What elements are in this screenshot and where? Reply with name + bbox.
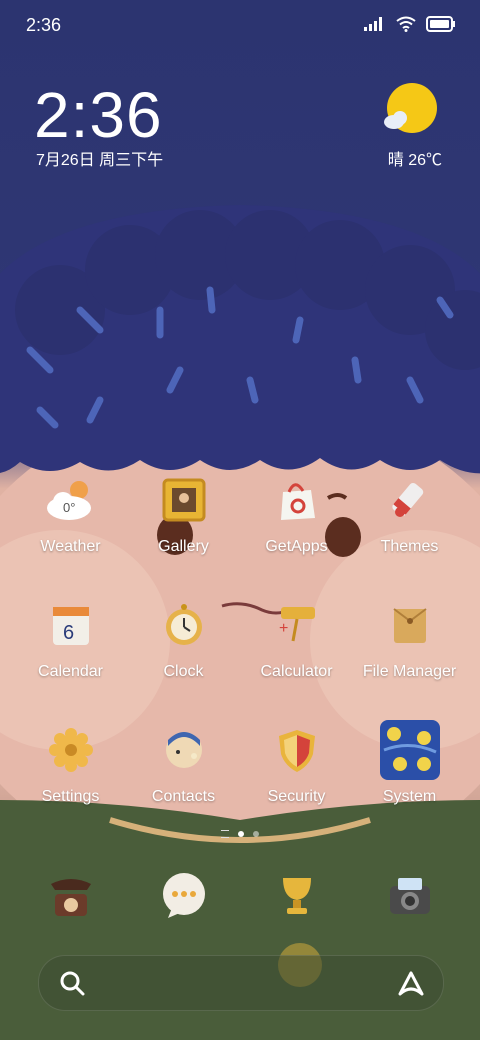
search-bar[interactable]	[38, 955, 444, 1011]
app-label: Calculator	[260, 663, 333, 680]
app-weather[interactable]: 0° Weather	[14, 470, 127, 556]
gear-icon	[41, 720, 101, 780]
status-time: 2:36	[26, 15, 62, 35]
shopping-bag-icon	[267, 470, 327, 530]
telephone-icon	[41, 866, 101, 926]
weather-widget-text: 晴 26℃	[387, 152, 442, 169]
page-dot-active	[238, 831, 244, 837]
app-calendar[interactable]: 6 Calendar	[14, 595, 127, 681]
search-icon	[60, 971, 85, 996]
signal-icon	[364, 17, 382, 31]
app-security[interactable]: Security	[240, 720, 353, 806]
gallery-frame-icon	[154, 470, 214, 530]
message-bubble-icon	[154, 866, 214, 926]
dock-browser[interactable]	[240, 866, 353, 926]
calendar-day: 6	[63, 622, 74, 644]
app-label: Themes	[380, 538, 439, 555]
app-calculator[interactable]: + Calculator	[240, 595, 353, 681]
app-label: GetApps	[265, 538, 328, 555]
app-label: Security	[267, 788, 326, 805]
clock-widget-date[interactable]: 7月26日 周三下午	[36, 146, 163, 170]
camera-icon	[380, 866, 440, 926]
wifi-icon	[396, 16, 416, 32]
app-label: Calendar	[38, 663, 103, 680]
dock-messages[interactable]	[127, 866, 240, 926]
portrait-icon	[154, 720, 214, 780]
page-indicator-menu-icon	[221, 830, 229, 838]
weather-app-temp: 0°	[63, 500, 75, 515]
app-label: Contacts	[151, 788, 216, 805]
shield-icon	[267, 720, 327, 780]
app-label: File Manager	[362, 663, 457, 680]
app-gallery[interactable]: Gallery	[127, 470, 240, 556]
trophy-browser-icon	[267, 866, 327, 926]
dock-phone[interactable]	[14, 866, 127, 926]
app-label: Weather	[40, 538, 101, 555]
calculator-sign-icon: +	[267, 595, 327, 655]
app-contacts[interactable]: Contacts	[127, 720, 240, 806]
app-label: System	[382, 788, 437, 805]
dock-camera[interactable]	[353, 866, 466, 926]
app-label: Gallery	[158, 538, 209, 555]
app-settings[interactable]: Settings	[14, 720, 127, 806]
clock-widget-time[interactable]: 2:36	[34, 78, 163, 152]
assistant-icon[interactable]	[397, 970, 425, 996]
weather-cloud-icon: 0°	[41, 470, 101, 530]
app-file-manager[interactable]: File Manager	[353, 595, 466, 681]
svg-text:+: +	[279, 620, 288, 637]
app-label: Settings	[41, 788, 100, 805]
app-themes[interactable]: Themes	[353, 470, 466, 556]
starry-folder-icon	[379, 720, 440, 780]
app-system-folder[interactable]: System	[353, 720, 466, 806]
envelope-folder-icon	[380, 595, 440, 655]
paint-tube-icon	[380, 470, 440, 530]
app-clock[interactable]: Clock	[127, 595, 240, 681]
page-dot	[253, 831, 259, 837]
sunny-icon	[384, 83, 437, 133]
page-indicator[interactable]	[0, 830, 480, 838]
pocket-watch-icon	[154, 595, 214, 655]
app-label: Clock	[163, 663, 204, 680]
status-bar: 2:36	[0, 0, 480, 50]
battery-icon	[426, 16, 455, 32]
app-getapps[interactable]: GetApps	[240, 470, 353, 556]
calendar-icon: 6	[41, 595, 101, 655]
weather-widget[interactable]	[370, 82, 450, 143]
